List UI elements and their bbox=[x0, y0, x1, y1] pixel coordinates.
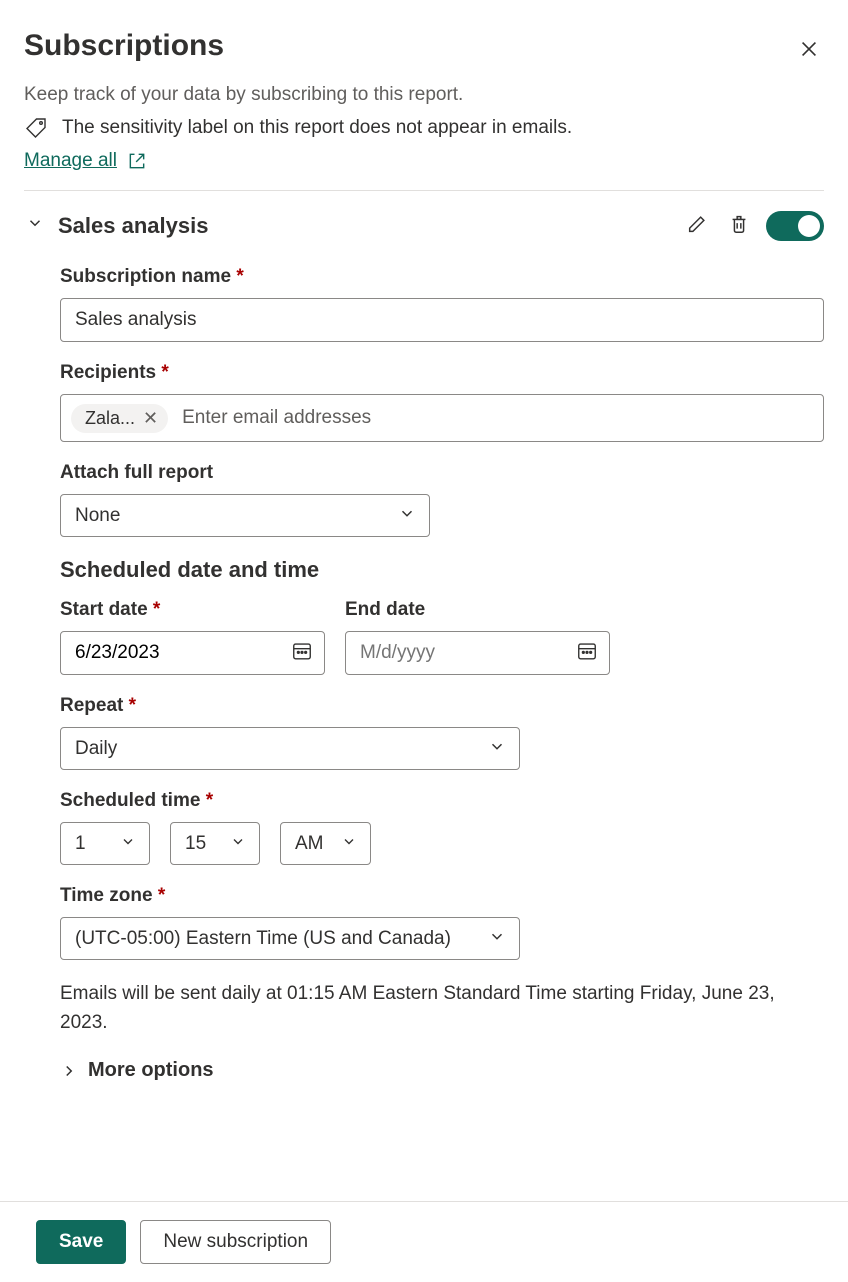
subscription-name-label: Subscription name * bbox=[60, 266, 824, 288]
more-options-expander[interactable]: More options bbox=[60, 1059, 824, 1082]
repeat-label: Repeat * bbox=[60, 695, 824, 717]
subscription-heading: Sales analysis bbox=[58, 213, 670, 239]
enable-toggle[interactable] bbox=[766, 211, 824, 241]
hour-select[interactable]: 1 bbox=[60, 822, 150, 865]
external-link-icon bbox=[127, 151, 147, 171]
schedule-summary: Emails will be sent daily at 01:15 AM Ea… bbox=[60, 980, 824, 1037]
edit-button[interactable] bbox=[682, 209, 712, 242]
close-button[interactable] bbox=[794, 34, 824, 67]
calendar-icon[interactable] bbox=[291, 640, 313, 667]
close-icon bbox=[798, 38, 820, 60]
scheduled-time-label: Scheduled time * bbox=[60, 790, 824, 812]
required-marker: * bbox=[129, 695, 136, 716]
start-date-label: Start date * bbox=[60, 599, 325, 621]
new-subscription-button[interactable]: New subscription bbox=[140, 1220, 331, 1264]
attach-field: Attach full report None bbox=[60, 462, 824, 537]
calendar-icon[interactable] bbox=[576, 640, 598, 667]
ampm-select[interactable]: AM bbox=[280, 822, 371, 865]
scheduled-time-field: Scheduled time * 1 15 AM bbox=[60, 790, 824, 865]
remove-recipient-button[interactable]: ✕ bbox=[143, 409, 158, 427]
attach-label: Attach full report bbox=[60, 462, 824, 484]
required-marker: * bbox=[153, 599, 160, 620]
required-marker: * bbox=[236, 266, 243, 287]
required-marker: * bbox=[158, 885, 165, 906]
subscription-name-input[interactable] bbox=[60, 298, 824, 342]
tag-icon bbox=[24, 116, 48, 140]
subtitle-text: Keep track of your data by subscribing t… bbox=[24, 84, 824, 106]
required-marker: * bbox=[161, 362, 168, 383]
recipients-text-input[interactable] bbox=[178, 401, 813, 435]
repeat-field: Repeat * Daily bbox=[60, 695, 824, 770]
recipient-chip: Zala... ✕ bbox=[71, 404, 168, 433]
delete-button[interactable] bbox=[724, 209, 754, 242]
expand-collapse-button[interactable] bbox=[24, 212, 46, 239]
recipients-field: Recipients * Zala... ✕ bbox=[60, 362, 824, 442]
start-date-input[interactable] bbox=[60, 631, 325, 675]
pencil-icon bbox=[686, 213, 708, 235]
timezone-field: Time zone * (UTC-05:00) Eastern Time (US… bbox=[60, 885, 824, 960]
start-date-field: Start date * bbox=[60, 599, 325, 675]
timezone-label: Time zone * bbox=[60, 885, 824, 907]
recipient-chip-label: Zala... bbox=[85, 408, 135, 429]
page-title: Subscriptions bbox=[24, 28, 224, 64]
end-date-field: End date bbox=[345, 599, 610, 675]
manage-all-label: Manage all bbox=[24, 150, 117, 172]
minute-select[interactable]: 15 bbox=[170, 822, 260, 865]
chevron-down-icon bbox=[26, 214, 44, 232]
save-button[interactable]: Save bbox=[36, 1220, 126, 1264]
schedule-heading: Scheduled date and time bbox=[60, 557, 824, 583]
trash-icon bbox=[728, 213, 750, 235]
repeat-select[interactable]: Daily bbox=[60, 727, 520, 770]
chevron-right-icon bbox=[60, 1062, 78, 1080]
subscription-name-field: Subscription name * bbox=[60, 266, 824, 342]
sensitivity-row: The sensitivity label on this report doe… bbox=[24, 116, 824, 140]
recipients-input[interactable]: Zala... ✕ bbox=[60, 394, 824, 442]
manage-all-link[interactable]: Manage all bbox=[24, 150, 147, 172]
timezone-select[interactable]: (UTC-05:00) Eastern Time (US and Canada) bbox=[60, 917, 520, 960]
attach-select[interactable]: None bbox=[60, 494, 430, 537]
more-options-label: More options bbox=[88, 1059, 214, 1082]
recipients-label: Recipients * bbox=[60, 362, 824, 384]
footer-bar: Save New subscription bbox=[0, 1201, 848, 1282]
sensitivity-text: The sensitivity label on this report doe… bbox=[62, 117, 572, 139]
end-date-label: End date bbox=[345, 599, 610, 621]
end-date-input[interactable] bbox=[345, 631, 610, 675]
required-marker: * bbox=[206, 790, 213, 811]
